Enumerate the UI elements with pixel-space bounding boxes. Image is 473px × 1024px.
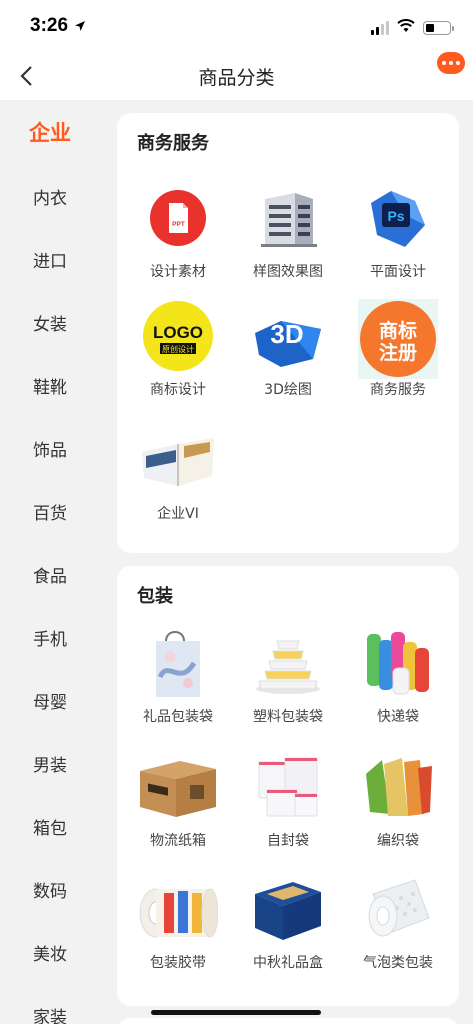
category-business-services[interactable]: 商标 注册 商务服务 (343, 299, 453, 415)
brochure-icon (137, 423, 219, 497)
plastic-bag-stack-icon (251, 626, 325, 700)
gift-box-icon (251, 872, 325, 946)
category-label: 3D绘图 (264, 382, 312, 398)
courier-bag-rolls-icon (361, 626, 435, 700)
category-label: 设计素材 (150, 264, 206, 280)
category-enterprise-vi[interactable]: 企业VI (123, 423, 233, 539)
tape-roll-icon (137, 872, 219, 946)
sidebar-item-shoes[interactable]: 鞋靴 (0, 365, 100, 405)
logo-label: LOGO (153, 323, 203, 342)
3d-label: 3D (270, 319, 303, 349)
category-label: 塑料包装袋 (253, 709, 323, 725)
sidebar-item-beauty[interactable]: 美妆 (0, 932, 100, 972)
nav-bar: 商品分类 (0, 52, 473, 100)
category-label: 气泡类包装 (363, 955, 433, 971)
category-label: 包装胶带 (150, 955, 206, 971)
category-label: 中秋礼品盒 (253, 955, 323, 971)
section-title: 包装 (137, 586, 173, 607)
section-title: 商务服务 (137, 133, 209, 154)
status-bar: 3:26 (0, 0, 473, 52)
message-button[interactable] (437, 52, 465, 74)
category-label: 自封袋 (267, 833, 309, 849)
category-sidebar: 企业 内衣 进口 女装 鞋靴 饰品 百货 食品 手机 母婴 男装 箱包 数码 美… (0, 100, 100, 1024)
chat-dots-icon (442, 61, 446, 65)
battery-icon (423, 20, 454, 35)
category-bubble-packaging[interactable]: 气泡类包装 (343, 872, 453, 988)
category-shipping-boxes[interactable]: 物流纸箱 (123, 750, 233, 866)
status-time: 3:26 (30, 15, 69, 36)
building-render-icon (251, 181, 325, 255)
category-mooncake-gift-box[interactable]: 中秋礼品盒 (233, 872, 343, 988)
ziplock-bag-icon (251, 750, 325, 824)
next-section-card (117, 1018, 459, 1024)
ppt-label: PPT (172, 221, 185, 228)
woven-sack-icon (361, 750, 435, 824)
cardboard-box-icon (135, 750, 221, 824)
section-packaging: 包装 礼品包装袋 塑料包装袋 快递袋 物流纸箱 自封袋 编织袋 包装胶带 中秋礼… (117, 566, 459, 1006)
section-business-services: 商务服务 PPT 设计素材 样图效果图 Ps 平面设计 LOGO 原创设计 商标… (117, 113, 459, 553)
sidebar-item-bags[interactable]: 箱包 (0, 806, 100, 846)
ps-label: Ps (387, 208, 404, 224)
category-label: 样图效果图 (253, 264, 323, 280)
category-label: 快递袋 (377, 709, 419, 725)
bubble-wrap-icon (361, 872, 435, 946)
category-renderings[interactable]: 样图效果图 (233, 181, 343, 297)
category-plastic-bags[interactable]: 塑料包装袋 (233, 626, 343, 742)
trademark-label-1: 商标 (379, 319, 417, 342)
back-button[interactable] (12, 62, 40, 90)
ppt-file-icon: PPT (141, 181, 215, 255)
category-3d-drawing[interactable]: 3D 3D绘图 (233, 299, 343, 415)
sidebar-item-underwear[interactable]: 内衣 (0, 176, 100, 216)
sidebar-item-digital[interactable]: 数码 (0, 869, 100, 909)
logo-design-icon: LOGO 原创设计 (141, 299, 215, 373)
trademark-label-2: 注册 (379, 341, 417, 364)
location-arrow-icon (74, 17, 86, 36)
category-woven-bags[interactable]: 编织袋 (343, 750, 453, 866)
home-indicator[interactable] (151, 1010, 321, 1015)
category-label: 商务服务 (370, 382, 426, 398)
sidebar-item-home[interactable]: 家装 (0, 995, 100, 1024)
category-gift-bags[interactable]: 礼品包装袋 (123, 626, 233, 742)
wifi-icon (397, 18, 415, 37)
sidebar-item-baby[interactable]: 母婴 (0, 680, 100, 720)
category-graphic-design[interactable]: Ps 平面设计 (343, 181, 453, 297)
category-packing-tape[interactable]: 包装胶带 (123, 872, 233, 988)
sidebar-item-womens[interactable]: 女装 (0, 302, 100, 342)
category-label: 编织袋 (377, 833, 419, 849)
cellular-signal-icon (371, 20, 389, 35)
3d-drawing-icon: 3D (251, 299, 325, 373)
sidebar-item-mens[interactable]: 男装 (0, 743, 100, 783)
trademark-registration-icon: 商标 注册 (357, 299, 439, 379)
category-label: 礼品包装袋 (143, 709, 213, 725)
sidebar-item-enterprise[interactable]: 企业 (0, 112, 100, 152)
photoshop-icon: Ps (361, 181, 435, 255)
chevron-left-icon (20, 66, 32, 86)
sidebar-item-phones[interactable]: 手机 (0, 617, 100, 657)
category-label: 商标设计 (150, 382, 206, 398)
logo-sublabel: 原创设计 (162, 344, 194, 354)
category-courier-bags[interactable]: 快递袋 (343, 626, 453, 742)
category-logo-design[interactable]: LOGO 原创设计 商标设计 (123, 299, 233, 415)
page-title: 商品分类 (198, 66, 275, 89)
sidebar-item-accessories[interactable]: 饰品 (0, 428, 100, 468)
category-design-materials[interactable]: PPT 设计素材 (123, 181, 233, 297)
category-label: 物流纸箱 (150, 833, 206, 849)
sidebar-item-import[interactable]: 进口 (0, 239, 100, 279)
category-label: 企业VI (157, 506, 199, 522)
sidebar-item-food[interactable]: 食品 (0, 554, 100, 594)
gift-bag-icon (141, 626, 215, 700)
category-label: 平面设计 (370, 264, 426, 280)
sidebar-item-general[interactable]: 百货 (0, 491, 100, 531)
category-ziplock-bags[interactable]: 自封袋 (233, 750, 343, 866)
